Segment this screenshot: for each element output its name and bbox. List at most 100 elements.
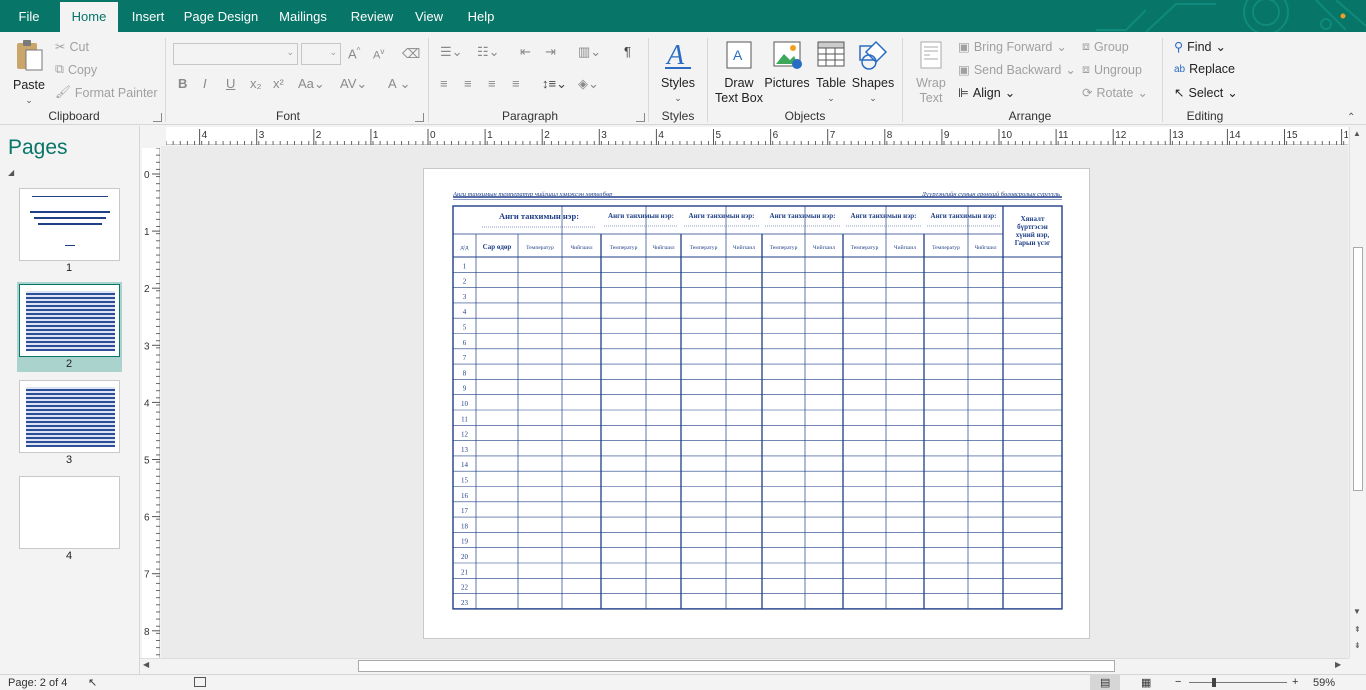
ruler-ticks: 4321012345678910111213141516 bbox=[165, 129, 1355, 145]
copy-icon: ⧉ bbox=[55, 62, 64, 76]
dialog-launcher-icon[interactable] bbox=[415, 113, 424, 122]
page-thumbnail-3[interactable] bbox=[19, 380, 120, 453]
zoom-slider-thumb[interactable] bbox=[1212, 678, 1216, 687]
numbering-icon[interactable]: ☷⌄ bbox=[477, 44, 500, 60]
replace-button[interactable]: ab Replace bbox=[1174, 62, 1235, 76]
font-name-combo[interactable]: ⌄ bbox=[173, 43, 298, 65]
pilcrow-icon[interactable]: ¶ bbox=[624, 44, 631, 59]
vertical-ruler[interactable]: 0 1 2 3 4 5 6 7 8 bbox=[142, 147, 160, 658]
bring-forward-button[interactable]: ▣ Bring Forward ⌄ bbox=[958, 39, 1067, 55]
web-layout-button[interactable]: ▦ bbox=[1141, 676, 1151, 689]
zoom-out-icon[interactable]: − bbox=[1175, 676, 1181, 688]
tab-view[interactable]: View bbox=[408, 0, 450, 32]
find-label: Find bbox=[1187, 39, 1212, 54]
ruler-label: 9 bbox=[944, 130, 950, 141]
page-thumbnail-2[interactable] bbox=[19, 284, 120, 357]
vertical-scroll-thumb[interactable] bbox=[1353, 247, 1363, 491]
objects-group-label: Objects bbox=[784, 109, 826, 123]
character-spacing-icon[interactable]: AV⌄ bbox=[340, 76, 367, 92]
align-right-icon[interactable]: ≡ bbox=[488, 76, 496, 91]
previous-page-icon[interactable]: ⇞ bbox=[1354, 625, 1361, 634]
tab-mailings[interactable]: Mailings bbox=[270, 0, 336, 32]
underline-icon[interactable]: U bbox=[226, 76, 235, 91]
document-page[interactable]: Анги танхимын температур чийгшил хэмжсэн… bbox=[423, 168, 1090, 639]
ungroup-button[interactable]: ⧈ Ungroup bbox=[1082, 62, 1142, 77]
format-painter-button[interactable]: 🖌 Format Painter bbox=[55, 85, 158, 100]
subscript-icon[interactable]: x₂ bbox=[250, 76, 262, 91]
tab-page-design[interactable]: Page Design bbox=[180, 0, 262, 32]
rotate-button[interactable]: ⟳ Rotate ⌄ bbox=[1082, 85, 1148, 101]
dialog-launcher-icon[interactable] bbox=[636, 113, 645, 122]
horizontal-scrollbar[interactable]: ◀ ▶ bbox=[140, 658, 1349, 674]
tab-home[interactable]: Home bbox=[60, 2, 118, 32]
shrink-font-icon[interactable]: Av bbox=[373, 47, 384, 62]
ruler-label: 8 bbox=[144, 627, 150, 638]
line-spacing-icon[interactable]: ↕≡⌄ bbox=[542, 76, 567, 92]
superscript-icon[interactable]: x² bbox=[273, 76, 284, 91]
humidity-column-header: Чийгшил bbox=[974, 244, 996, 251]
collapse-ribbon-icon[interactable]: ⌃ bbox=[1347, 112, 1355, 123]
scroll-right-icon[interactable]: ▶ bbox=[1335, 660, 1341, 669]
wrap-label: Wrap bbox=[916, 76, 946, 90]
italic-icon[interactable]: I bbox=[203, 76, 207, 91]
send-backward-button[interactable]: ▣ Send Backward ⌄ bbox=[958, 62, 1076, 78]
copy-button[interactable]: ⧉ Copy bbox=[55, 62, 97, 77]
font-size-combo[interactable]: ⌄ bbox=[301, 43, 341, 65]
scroll-up-icon[interactable]: ▲ bbox=[1353, 129, 1361, 138]
align-button[interactable]: ⊫ Align ⌄ bbox=[958, 85, 1015, 101]
font-color-icon[interactable]: A ⌄ bbox=[388, 76, 410, 92]
shading-icon[interactable]: ◈⌄ bbox=[578, 76, 599, 92]
page-thumbnail-4[interactable] bbox=[19, 476, 120, 549]
change-case-icon[interactable]: Aa⌄ bbox=[298, 76, 325, 92]
wrap-text-icon bbox=[920, 41, 942, 69]
pages-panel-title: Pages bbox=[8, 136, 68, 159]
pictures-button[interactable]: Pictures bbox=[764, 38, 810, 91]
row-number: 14 bbox=[461, 461, 469, 469]
row-number: 9 bbox=[463, 385, 467, 393]
paste-button[interactable]: Paste ⌄ bbox=[8, 38, 50, 108]
bold-icon[interactable]: B bbox=[178, 76, 187, 91]
align-center-icon[interactable]: ≡ bbox=[464, 76, 472, 91]
clear-format-icon[interactable]: ⌫ bbox=[402, 46, 420, 62]
increase-indent-icon[interactable]: ⇥ bbox=[545, 44, 556, 60]
scroll-left-icon[interactable]: ◀ bbox=[143, 660, 149, 669]
shapes-button[interactable]: Shapes ⌄ bbox=[850, 38, 896, 106]
temperature-column-header: Температур bbox=[770, 245, 798, 251]
justify-icon[interactable]: ≡ bbox=[512, 76, 520, 91]
tab-help[interactable]: Help bbox=[458, 0, 504, 32]
group-button[interactable]: ⧈ Group bbox=[1082, 39, 1129, 54]
grow-font-icon[interactable]: A^ bbox=[348, 46, 360, 61]
zoom-slider-track[interactable] bbox=[1189, 682, 1287, 683]
dialog-launcher-icon[interactable] bbox=[153, 113, 162, 122]
styles-button[interactable]: A Styles ⌄ bbox=[656, 38, 700, 106]
horizontal-scroll-thumb[interactable] bbox=[358, 660, 1115, 672]
zoom-level[interactable]: 59% bbox=[1313, 677, 1335, 689]
align-left-icon[interactable]: ≡ bbox=[440, 76, 448, 91]
tab-file[interactable]: File bbox=[0, 0, 58, 32]
zoom-in-icon[interactable]: + bbox=[1292, 676, 1298, 688]
draw-text-box-button[interactable]: A Draw Text Box bbox=[714, 38, 764, 106]
horizontal-ruler[interactable]: 4321012345678910111213141516 bbox=[165, 127, 1355, 145]
vertical-scrollbar[interactable]: ▲ ▼ ⇞ ⇟ bbox=[1349, 127, 1366, 658]
humidity-column-header: Чийгшил bbox=[733, 244, 755, 251]
next-page-icon[interactable]: ⇟ bbox=[1354, 641, 1361, 650]
recorder-column-header: хүний нэр, bbox=[1016, 231, 1050, 239]
tab-insert[interactable]: Insert bbox=[124, 0, 172, 32]
page-count-status[interactable]: Page: 2 of 4 bbox=[8, 677, 67, 689]
bullets-icon[interactable]: ☰⌄ bbox=[440, 44, 463, 60]
chevron-down-icon: ⌄ bbox=[1137, 86, 1148, 100]
table-button[interactable]: Table ⌄ bbox=[812, 38, 850, 106]
wrap-text-button[interactable]: Wrap Text bbox=[910, 38, 952, 106]
tab-review[interactable]: Review bbox=[344, 0, 400, 32]
view-normal-button[interactable]: ▤ bbox=[1090, 675, 1120, 690]
decrease-indent-icon[interactable]: ⇤ bbox=[520, 44, 531, 60]
ruler-label: 3 bbox=[144, 341, 150, 352]
scroll-down-icon[interactable]: ▼ bbox=[1353, 607, 1361, 616]
page-thumbnail-1[interactable] bbox=[19, 188, 120, 261]
cut-button[interactable]: ✂ Cut bbox=[55, 39, 89, 55]
collapse-triangle-icon[interactable]: ◢ bbox=[8, 168, 14, 177]
select-button[interactable]: ↖ Select ⌄ bbox=[1174, 85, 1238, 101]
macro-record-icon[interactable] bbox=[194, 677, 206, 687]
find-button[interactable]: ⚲ Find ⌄ bbox=[1174, 39, 1226, 55]
columns-icon[interactable]: ▥⌄ bbox=[578, 44, 601, 60]
